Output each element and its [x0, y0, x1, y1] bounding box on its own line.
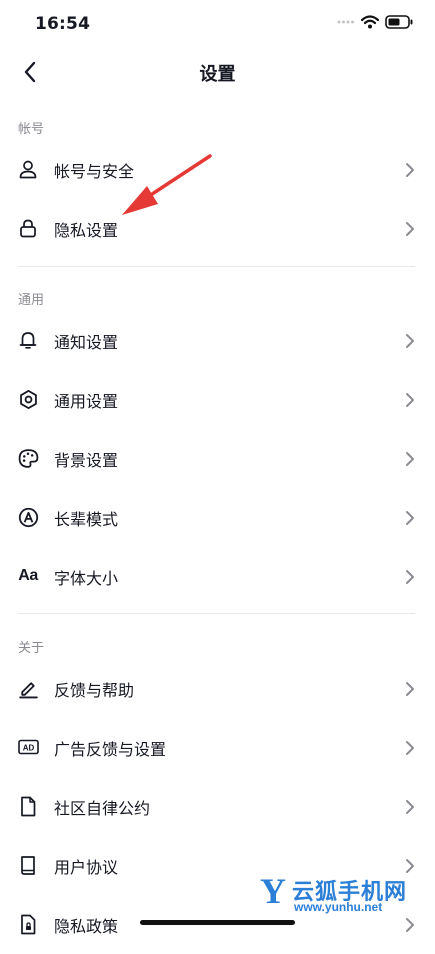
chevron-right-icon	[406, 334, 414, 348]
settings-item-label: 社区自律公约	[54, 799, 151, 818]
status-time: 16:54	[35, 14, 91, 34]
section-label-general: 通用	[18, 293, 45, 308]
section-label-about: 关于	[18, 641, 45, 656]
section-divider	[18, 613, 415, 614]
chevron-right-icon	[406, 800, 414, 814]
settings-item-general[interactable]: 通用设置	[0, 371, 435, 429]
bell-icon	[16, 328, 40, 352]
chevron-right-icon	[406, 163, 414, 177]
nav-bar: 设置	[0, 50, 435, 94]
settings-item-label: 通用设置	[54, 392, 119, 411]
battery-icon	[385, 15, 413, 29]
section-divider	[18, 266, 415, 267]
palette-icon	[16, 446, 40, 470]
pencil-icon	[16, 676, 40, 700]
chevron-right-icon	[406, 682, 414, 696]
watermark-logo: Y	[260, 871, 286, 911]
elder-mode-icon	[16, 505, 40, 529]
settings-item-privacy[interactable]: 隐私设置	[0, 200, 435, 258]
settings-item-font-size[interactable]: Aa 字体大小	[0, 548, 435, 606]
status-bar: 16:54	[0, 0, 435, 50]
chevron-right-icon	[406, 222, 414, 236]
book-icon	[16, 853, 40, 877]
settings-item-account-security[interactable]: 帐号与安全	[0, 141, 435, 199]
chevron-right-icon	[406, 452, 414, 466]
chevron-right-icon	[406, 393, 414, 407]
settings-item-label: 长辈模式	[54, 510, 119, 529]
chevron-right-icon	[406, 511, 414, 525]
person-icon	[16, 157, 40, 181]
wifi-icon	[361, 15, 379, 29]
gear-icon	[16, 387, 40, 411]
ad-icon: AD	[16, 735, 40, 759]
settings-item-label: 反馈与帮助	[54, 681, 135, 700]
settings-item-elder-mode[interactable]: 长辈模式	[0, 489, 435, 547]
chevron-right-icon	[406, 741, 414, 755]
chevron-right-icon	[406, 570, 414, 584]
settings-item-ad-feedback[interactable]: AD 广告反馈与设置	[0, 719, 435, 777]
settings-item-feedback[interactable]: 反馈与帮助	[0, 660, 435, 718]
status-indicators	[337, 15, 413, 29]
settings-item-label: 通知设置	[54, 333, 119, 352]
settings-item-notifications[interactable]: 通知设置	[0, 312, 435, 370]
settings-item-label: 隐私政策	[54, 917, 119, 936]
lock-icon	[16, 216, 40, 240]
settings-item-label: 背景设置	[54, 451, 119, 470]
document-icon	[16, 794, 40, 818]
signal-icon	[337, 20, 354, 24]
page-title: 设置	[199, 64, 236, 85]
watermark-url: www.yunhu.net	[294, 900, 383, 914]
font-size-icon: Aa	[18, 567, 38, 584]
home-indicator	[140, 920, 295, 925]
watermark: Y 云狐手机网 www.yunhu.net	[258, 870, 435, 920]
settings-item-label: 隐私设置	[54, 221, 119, 240]
settings-item-community-guidelines[interactable]: 社区自律公约	[0, 778, 435, 836]
settings-item-label: 帐号与安全	[54, 162, 135, 181]
settings-item-label: 广告反馈与设置	[54, 740, 167, 759]
settings-item-label: 字体大小	[54, 569, 119, 588]
privacy-document-icon	[16, 912, 40, 936]
ad-icon-glyph: AD	[22, 743, 34, 752]
settings-item-background[interactable]: 背景设置	[0, 430, 435, 488]
settings-item-label: 用户协议	[54, 858, 119, 877]
section-label-account: 帐号	[18, 122, 45, 137]
